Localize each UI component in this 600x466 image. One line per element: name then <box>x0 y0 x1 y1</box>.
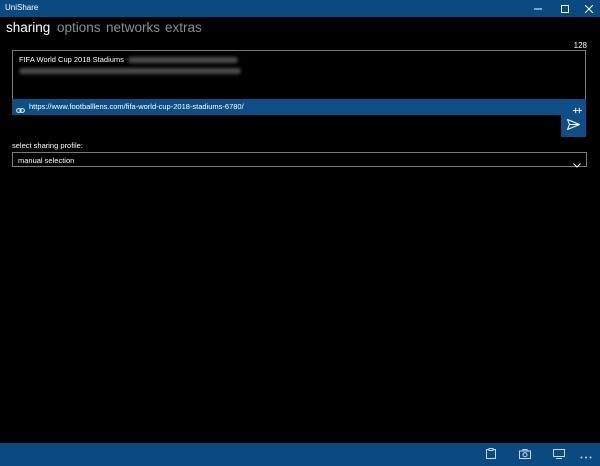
clipboard-button[interactable] <box>479 443 503 466</box>
blurred-text <box>19 68 241 74</box>
maximize-button[interactable] <box>552 0 578 17</box>
url-bar: https://www.footballlens.com/fifa-world-… <box>12 99 586 115</box>
character-count: 128 <box>573 41 587 50</box>
display-icon <box>553 446 565 464</box>
camera-icon <box>519 446 531 464</box>
more-button[interactable] <box>574 443 598 466</box>
link-icon[interactable] <box>16 102 25 120</box>
send-button[interactable] <box>561 115 586 137</box>
maximize-icon <box>561 4 569 13</box>
shared-url[interactable]: https://www.footballlens.com/fifa-world-… <box>29 102 244 111</box>
tab-sharing[interactable]: sharing <box>6 20 50 35</box>
minimize-button[interactable] <box>525 0 551 17</box>
clipboard-icon <box>486 446 496 464</box>
close-icon <box>585 4 593 13</box>
app-title: UniShare <box>5 3 39 12</box>
tab-options[interactable]: options <box>57 20 101 35</box>
profile-selected-value: manual selection <box>18 156 75 165</box>
tab-extras[interactable]: extras <box>165 20 202 35</box>
app-bar <box>0 443 600 466</box>
chevron-down-icon <box>573 156 581 174</box>
display-button[interactable] <box>547 443 571 466</box>
title-bar: UniShare <box>0 0 600 17</box>
camera-button[interactable] <box>513 443 537 466</box>
close-button[interactable] <box>576 0 600 17</box>
profile-dropdown[interactable]: manual selection <box>12 152 587 168</box>
minimize-icon <box>534 5 542 13</box>
message-input[interactable]: FIFA World Cup 2018 Stadiums <box>12 50 586 100</box>
profile-label: select sharing profile: <box>12 141 83 150</box>
tab-networks[interactable]: networks <box>106 20 160 35</box>
message-title: FIFA World Cup 2018 Stadiums <box>19 55 124 64</box>
send-icon <box>567 117 580 135</box>
more-icon <box>580 446 592 464</box>
blurred-text <box>128 57 238 63</box>
